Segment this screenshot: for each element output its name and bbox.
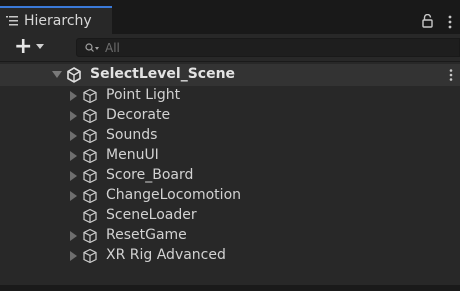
- foldout-collapsed-icon[interactable]: [70, 91, 77, 101]
- lock-icon[interactable]: [422, 14, 433, 28]
- hierarchy-item-label: MenuUI: [106, 147, 159, 163]
- create-dropdown-button[interactable]: +: [8, 36, 52, 58]
- scene-row[interactable]: SelectLevel_Scene: [0, 64, 460, 86]
- foldout-collapsed-icon[interactable]: [70, 171, 77, 181]
- hierarchy-item[interactable]: MenuUI: [0, 146, 460, 166]
- hierarchy-item-label: Sounds: [106, 127, 158, 143]
- gameobject-cube-icon: [83, 148, 97, 164]
- unity-scene-icon: [67, 67, 81, 83]
- search-field[interactable]: [76, 38, 460, 57]
- foldout-collapsed-icon[interactable]: [70, 191, 77, 201]
- gameobject-cube-icon: [83, 128, 97, 144]
- gameobject-cube-icon: [83, 188, 97, 204]
- gameobject-cube-icon: [83, 108, 97, 124]
- hierarchy-item-label: Point Light: [106, 87, 181, 103]
- hierarchy-window: Hierarchy + All SelectLevel_Scene Point …: [0, 0, 460, 291]
- chevron-down-icon: [36, 44, 45, 49]
- search-input[interactable]: [103, 39, 407, 56]
- hierarchy-item[interactable]: ChangeLocomotion: [0, 186, 460, 206]
- hierarchy-item[interactable]: Sounds: [0, 126, 460, 146]
- hierarchy-item[interactable]: Score_Board: [0, 166, 460, 186]
- gameobject-cube-icon: [83, 168, 97, 184]
- hierarchy-item[interactable]: ResetGame: [0, 226, 460, 246]
- hierarchy-item-label: ChangeLocomotion: [106, 187, 242, 203]
- tab-hierarchy[interactable]: Hierarchy: [0, 6, 112, 34]
- tab-bar: Hierarchy: [0, 0, 460, 34]
- gameobject-cube-icon: [83, 228, 97, 244]
- foldout-expanded-icon[interactable]: [52, 71, 62, 79]
- window-bottom-border: [0, 285, 460, 291]
- hierarchy-item[interactable]: XR Rig Advanced: [0, 246, 460, 266]
- kebab-menu-icon[interactable]: [447, 14, 453, 30]
- foldout-collapsed-icon[interactable]: [70, 231, 77, 241]
- hierarchy-item-label: SceneLoader: [106, 207, 197, 223]
- foldout-collapsed-icon[interactable]: [70, 151, 77, 161]
- hierarchy-item[interactable]: Point Light: [0, 86, 460, 106]
- hierarchy-toolbar: +: [0, 34, 460, 62]
- scene-name: SelectLevel_Scene: [90, 66, 236, 82]
- hierarchy-list-icon: [6, 16, 18, 26]
- foldout-collapsed-icon[interactable]: [70, 131, 77, 141]
- search-icon: [85, 42, 99, 52]
- scene-kebab-menu-icon[interactable]: [448, 68, 454, 82]
- tab-label: Hierarchy: [24, 13, 92, 29]
- foldout-collapsed-icon[interactable]: [70, 251, 77, 261]
- plus-icon: +: [14, 34, 33, 59]
- foldout-collapsed-icon[interactable]: [70, 111, 77, 121]
- hierarchy-item[interactable]: SceneLoader: [0, 206, 460, 226]
- hierarchy-item-label: XR Rig Advanced: [106, 247, 226, 263]
- hierarchy-item-label: Decorate: [106, 107, 171, 123]
- hierarchy-item[interactable]: Decorate: [0, 106, 460, 126]
- gameobject-cube-icon: [83, 88, 97, 104]
- gameobject-cube-icon: [83, 208, 97, 224]
- hierarchy-item-label: ResetGame: [106, 227, 187, 243]
- gameobject-cube-icon: [83, 248, 97, 264]
- hierarchy-item-label: Score_Board: [106, 167, 194, 183]
